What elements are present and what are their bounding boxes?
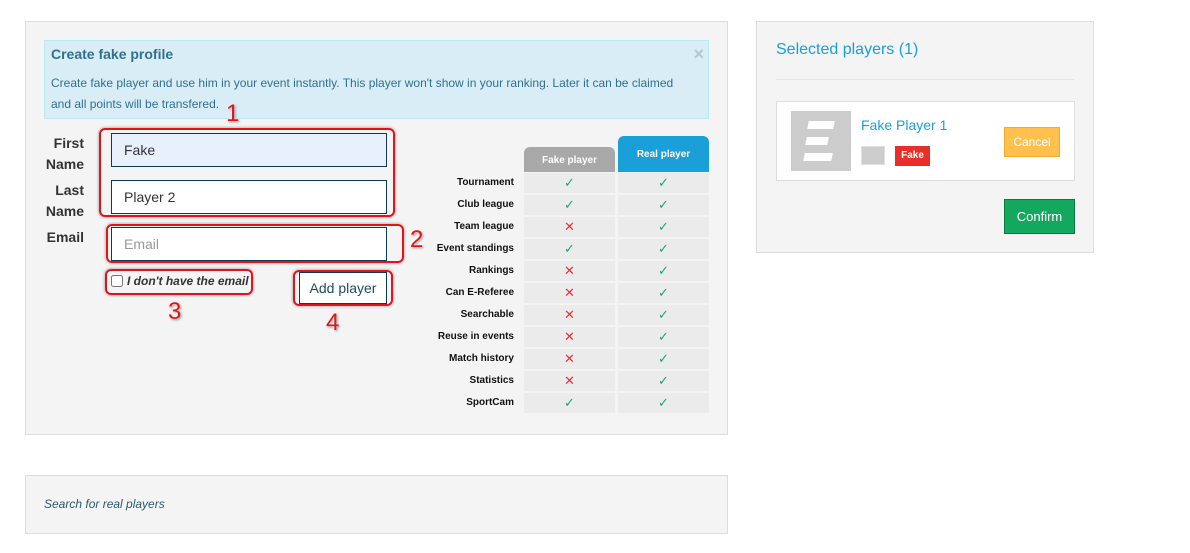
check-icon: ✓ (618, 261, 709, 281)
cross-icon: ✕ (524, 349, 615, 369)
real-player-header: Real player (618, 136, 709, 172)
feature-label: Club league (457, 199, 514, 210)
fake-badge: Fake (895, 146, 930, 166)
comparison-row: Searchable ✕ ✓ (394, 304, 709, 326)
comparison-row: Rankings ✕ ✓ (394, 260, 709, 282)
cross-icon: ✕ (524, 261, 615, 281)
feature-label: Reuse in events (437, 331, 514, 342)
search-real-players-panel: Search for real players (25, 475, 728, 534)
feature-label: Event standings (436, 243, 514, 254)
last-name-label: Last Name (45, 182, 84, 219)
check-icon: ✓ (524, 393, 615, 413)
player-card: Fake Player 1 Fake Cancel (776, 101, 1075, 181)
check-icon: ✓ (618, 305, 709, 325)
fake-profile-alert: Create fake profile × Create fake player… (44, 40, 709, 119)
player-avatar (791, 111, 851, 171)
annotation-box-1 (99, 128, 395, 217)
check-icon: ✓ (618, 327, 709, 347)
search-real-players-link[interactable]: Search for real players (44, 497, 165, 511)
annotation-number-3: 3 (168, 298, 182, 325)
fake-player-header: Fake player (524, 147, 615, 172)
annotation-box-3 (105, 269, 253, 295)
comparison-row: Statistics ✕ ✓ (394, 370, 709, 392)
comparison-row: Match history ✕ ✓ (394, 348, 709, 370)
annotation-number-4: 4 (326, 309, 340, 336)
sport-logo-icon (861, 146, 885, 165)
cross-icon: ✕ (524, 327, 615, 347)
check-icon: ✓ (618, 349, 709, 369)
check-icon: ✓ (618, 393, 709, 413)
check-icon: ✓ (524, 173, 615, 193)
comparison-row: Event standings ✓ ✓ (394, 238, 709, 260)
check-icon: ✓ (618, 283, 709, 303)
annotation-number-1: 1 (226, 100, 240, 127)
feature-label: Can E-Referee (445, 287, 514, 298)
feature-label: SportCam (466, 397, 514, 408)
comparison-row: Can E-Referee ✕ ✓ (394, 282, 709, 304)
feature-label: Rankings (468, 265, 514, 276)
check-icon: ✓ (524, 195, 615, 215)
confirm-button[interactable]: Confirm (1004, 199, 1075, 234)
feature-label: Statistics (469, 375, 514, 386)
comparison-row: Club league ✓ ✓ (394, 194, 709, 216)
divider (776, 79, 1074, 80)
selected-players-title: Selected players (1) (776, 41, 919, 58)
email-label: Email (46, 229, 84, 245)
check-icon: ✓ (618, 239, 709, 259)
annotation-box-2 (106, 224, 404, 263)
check-icon: ✓ (524, 239, 615, 259)
comparison-row: Tournament ✓ ✓ (394, 172, 709, 194)
alert-description: Create fake player and use him in your e… (51, 76, 674, 111)
comparison-row: Reuse in events ✕ ✓ (394, 326, 709, 348)
alert-title: Create fake profile (51, 46, 174, 62)
cross-icon: ✕ (524, 371, 615, 391)
feature-label: Searchable (460, 309, 514, 320)
annotation-box-4 (293, 270, 393, 306)
check-icon: ✓ (618, 371, 709, 391)
cross-icon: ✕ (524, 217, 615, 237)
player-name[interactable]: Fake Player 1 (861, 117, 947, 133)
check-icon: ✓ (618, 173, 709, 193)
comparison-row: Team league ✕ ✓ (394, 216, 709, 238)
first-name-label: First Name (45, 135, 84, 172)
comparison-row: SportCam ✓ ✓ (394, 392, 709, 414)
close-icon[interactable]: × (693, 44, 704, 65)
feature-label: Match history (448, 353, 514, 364)
check-icon: ✓ (618, 195, 709, 215)
feature-label: Tournament (456, 177, 514, 188)
cancel-button[interactable]: Cancel (1004, 127, 1060, 157)
feature-label: Team league (454, 221, 514, 232)
check-icon: ✓ (618, 217, 709, 237)
selected-players-panel: Selected players (1) Fake Player 1 Fake … (756, 21, 1094, 253)
cross-icon: ✕ (524, 283, 615, 303)
cross-icon: ✕ (524, 305, 615, 325)
